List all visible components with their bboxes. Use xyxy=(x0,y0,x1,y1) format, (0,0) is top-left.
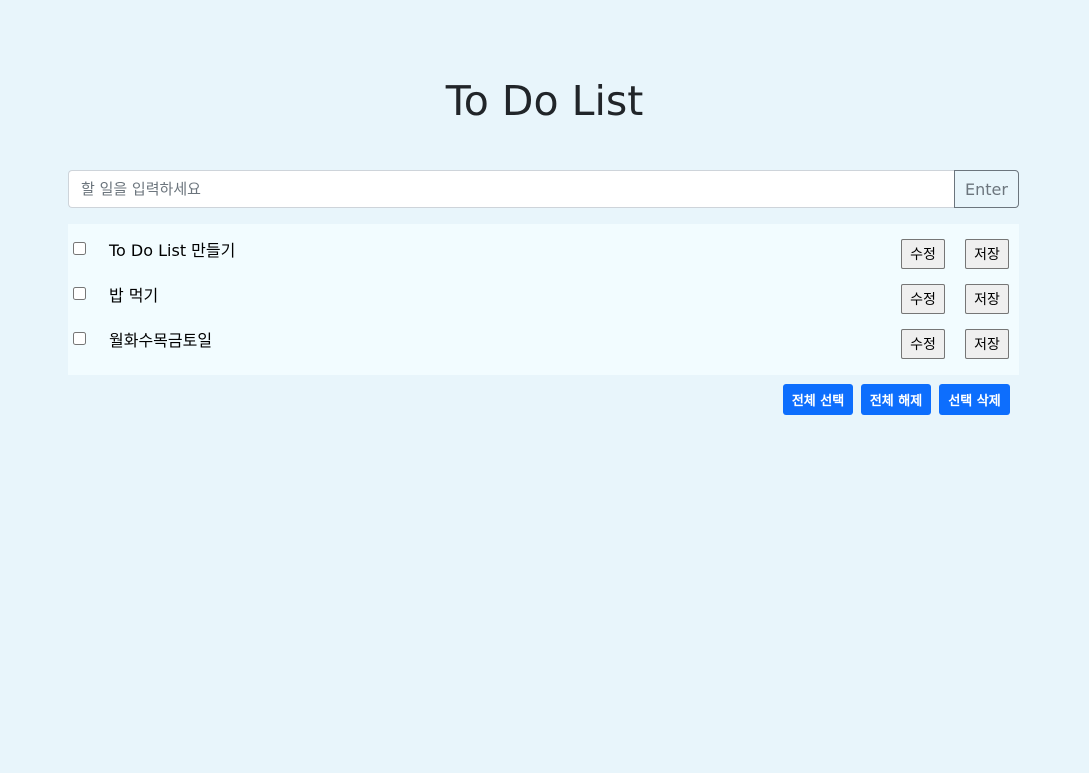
enter-button[interactable]: Enter xyxy=(954,170,1019,208)
page-title: To Do List xyxy=(445,77,644,125)
todo-input[interactable] xyxy=(68,170,954,208)
save-button[interactable]: 저장 xyxy=(965,239,1009,269)
save-button[interactable]: 저장 xyxy=(965,329,1009,359)
todo-item: 월화수목금토일 수정 저장 xyxy=(68,314,1019,359)
todo-text: 월화수목금토일 xyxy=(109,331,213,350)
todo-item: 밥 먹기 수정 저장 xyxy=(68,269,1019,314)
deselect-all-button[interactable]: 전체 해제 xyxy=(861,384,931,415)
save-button[interactable]: 저장 xyxy=(965,284,1009,314)
delete-selected-button[interactable]: 선택 삭제 xyxy=(939,384,1010,415)
todo-checkbox[interactable] xyxy=(73,242,86,255)
edit-button[interactable]: 수정 xyxy=(901,329,945,359)
edit-button[interactable]: 수정 xyxy=(901,239,945,269)
todo-text: To Do List 만들기 xyxy=(109,241,236,260)
select-all-button[interactable]: 전체 선택 xyxy=(783,384,853,415)
todo-input-group: Enter xyxy=(68,170,1019,208)
todo-list: To Do List 만들기 수정 저장 밥 먹기 수정 저장 월화수목금토일 … xyxy=(68,224,1019,375)
todo-checkbox[interactable] xyxy=(73,287,86,300)
todo-item: To Do List 만들기 수정 저장 xyxy=(68,224,1019,269)
todo-checkbox[interactable] xyxy=(73,332,86,345)
todo-text: 밥 먹기 xyxy=(109,286,159,305)
edit-button[interactable]: 수정 xyxy=(901,284,945,314)
